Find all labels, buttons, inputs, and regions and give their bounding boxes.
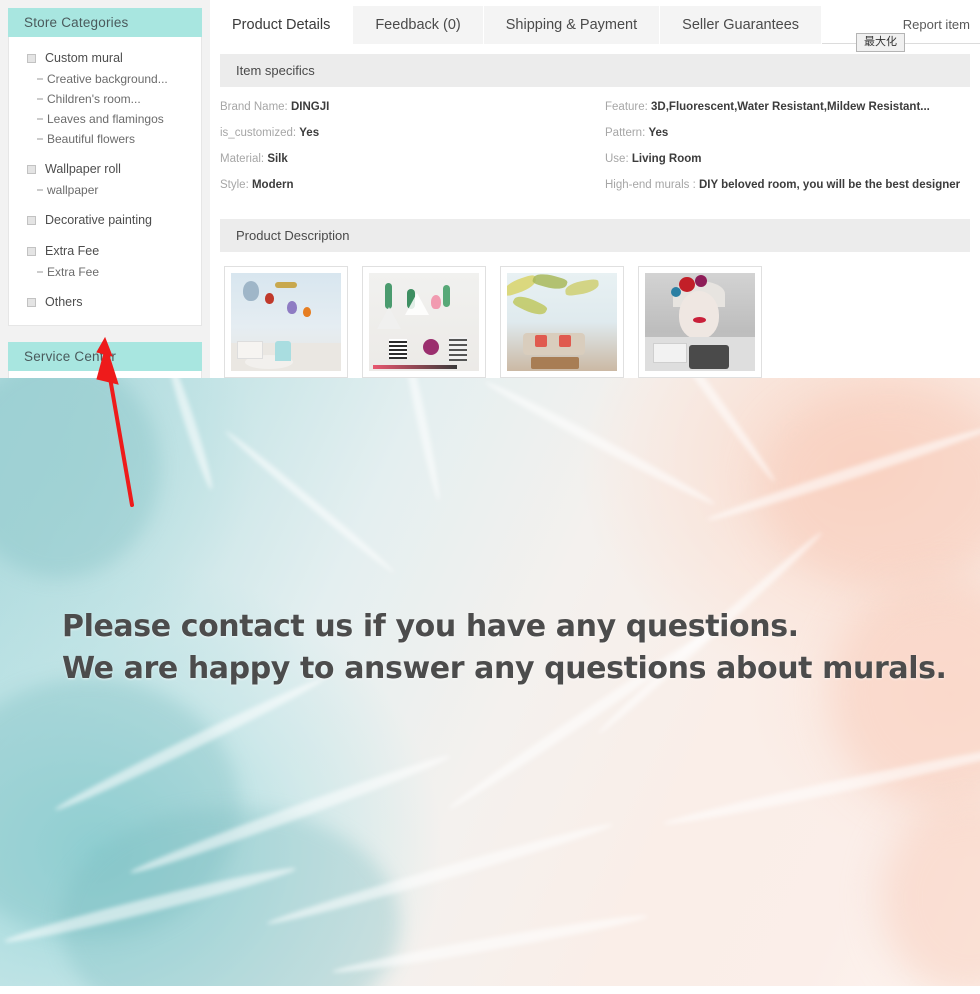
sidebar-item-custom-mural[interactable]: Custom mural [9, 47, 201, 69]
tab-product-details[interactable]: Product Details [210, 6, 354, 44]
storefront-product-page: Store Categories Custom mural Creative b… [0, 0, 980, 994]
sidebar-item-wallpaper-roll[interactable]: Wallpaper roll [9, 158, 201, 180]
expand-box-icon [27, 246, 36, 256]
spec-value: Yes [648, 127, 669, 139]
nordic-cactus-flamingo-mural-image [369, 273, 479, 371]
sidebar-item-decorative-painting[interactable]: Decorative painting [9, 209, 201, 231]
banner-line-2: We are happy to answer any questions abo… [62, 651, 947, 686]
store-categories-panel: Store Categories Custom mural Creative b… [0, 8, 210, 326]
product-image-gallery [210, 252, 980, 378]
category-label: Others [45, 295, 83, 309]
spec-row-style: Style: Modern [220, 179, 595, 192]
dash-icon [37, 78, 43, 80]
tab-feedback[interactable]: Feedback (0) [353, 6, 484, 44]
item-specifics-table: Brand Name: DINGJI is_customized: Yes Ma… [210, 87, 980, 209]
tab-seller-guarantees[interactable]: Seller Guarantees [660, 6, 823, 44]
report-item-link[interactable]: Report item [903, 6, 970, 44]
spec-row-is-customized: is_customized: Yes [220, 127, 595, 140]
sidebar-subitem-wallpaper[interactable]: wallpaper [9, 180, 201, 200]
category-group: Others [9, 291, 201, 313]
spec-key: Feature: [605, 101, 648, 113]
sidebar: Store Categories Custom mural Creative b… [0, 0, 210, 403]
category-group: Extra Fee Extra Fee [9, 240, 201, 282]
product-thumbnail-4[interactable] [638, 266, 762, 378]
sidebar-item-others[interactable]: Others [9, 291, 201, 313]
sidebar-subitem-extra-fee[interactable]: Extra Fee [9, 262, 201, 282]
spec-value: DIY beloved room, you will be the best d… [698, 179, 961, 191]
kids-room-hot-air-balloons-mural-image [231, 273, 341, 371]
dash-icon [37, 271, 43, 273]
store-categories-title: Store Categories [8, 8, 202, 37]
spec-value: Silk [267, 153, 288, 165]
spec-value: Modern [251, 179, 294, 191]
dash-icon [37, 118, 43, 120]
sidebar-subitem-creative-background[interactable]: Creative background... [9, 69, 201, 89]
spec-key: Use: [605, 153, 629, 165]
contact-banner: Please contact us if you have any questi… [0, 378, 980, 986]
spec-key: Brand Name: [220, 101, 288, 113]
subcategory-label: Creative background... [47, 72, 168, 86]
sidebar-subitem-leaves-and-flamingos[interactable]: Leaves and flamingos [9, 109, 201, 129]
spec-row-feature: Feature: 3D,Fluorescent,Water Resistant,… [605, 101, 970, 114]
spec-key: Style: [220, 179, 249, 191]
expand-box-icon [27, 53, 36, 63]
subcategory-label: Extra Fee [47, 265, 100, 279]
sidebar-item-extra-fee[interactable]: Extra Fee [9, 240, 201, 262]
category-label: Wallpaper roll [45, 162, 121, 176]
main-content: Product Details Feedback (0) Shipping & … [210, 0, 980, 380]
tab-bar: Product Details Feedback (0) Shipping & … [210, 0, 980, 52]
product-thumbnail-3[interactable] [500, 266, 624, 378]
spec-key: Pattern: [605, 127, 646, 139]
product-description-header: Product Description [220, 219, 970, 252]
item-specifics-left-column: Brand Name: DINGJI is_customized: Yes Ma… [220, 101, 595, 205]
spec-key: is_customized: [220, 127, 297, 139]
product-thumbnail-2[interactable] [362, 266, 486, 378]
category-label: Decorative painting [45, 213, 153, 227]
spec-row-use: Use: Living Room [605, 153, 970, 166]
dash-icon [37, 98, 43, 100]
spec-key: Material: [220, 153, 265, 165]
marilyn-monroe-pop-art-mural-image [645, 273, 755, 371]
banner-line-1: Please contact us if you have any questi… [62, 609, 799, 644]
product-thumbnail-1[interactable] [224, 266, 348, 378]
spec-key: High-end murals : [605, 179, 696, 191]
category-label: Extra Fee [45, 244, 100, 258]
spec-value: Yes [299, 127, 320, 139]
expand-box-icon [27, 164, 36, 174]
sidebar-subitem-childrens-room[interactable]: Children's room... [9, 89, 201, 109]
subcategory-label: Beautiful flowers [47, 132, 136, 146]
tab-shipping-payment[interactable]: Shipping & Payment [483, 6, 661, 44]
category-group: Wallpaper roll wallpaper [9, 158, 201, 200]
tab-strip: Product Details Feedback (0) Shipping & … [210, 6, 823, 44]
spec-row-pattern: Pattern: Yes [605, 127, 970, 140]
spec-value: 3D,Fluorescent,Water Resistant,Mildew Re… [651, 101, 930, 113]
item-specifics-header: Item specifics [220, 54, 970, 87]
category-group: Custom mural Creative background... Chil… [9, 47, 201, 149]
banner-message: Please contact us if you have any questi… [62, 606, 947, 690]
dash-icon [37, 138, 43, 140]
store-categories-list: Custom mural Creative background... Chil… [8, 37, 202, 326]
service-center-title: Service Center [8, 342, 202, 371]
spec-row-high-end-murals: High-end murals : DIY beloved room, you … [605, 179, 970, 192]
item-specifics-right-column: Feature: 3D,Fluorescent,Water Resistant,… [595, 101, 970, 205]
spec-value: DINGJI [290, 101, 330, 113]
sidebar-subitem-beautiful-flowers[interactable]: Beautiful flowers [9, 129, 201, 149]
maximize-tooltip[interactable]: 最大化 [856, 33, 905, 52]
spec-row-brand-name: Brand Name: DINGJI [220, 101, 595, 114]
category-label: Custom mural [45, 51, 123, 65]
category-group: Decorative painting [9, 209, 201, 231]
dash-icon [37, 189, 43, 191]
spec-value: Living Room [631, 153, 702, 165]
expand-box-icon [27, 215, 36, 225]
tropical-leaves-living-room-mural-image [507, 273, 617, 371]
spec-row-material: Material: Silk [220, 153, 595, 166]
subcategory-label: Leaves and flamingos [47, 112, 164, 126]
expand-box-icon [27, 297, 36, 307]
subcategory-label: Children's room... [47, 92, 141, 106]
subcategory-label: wallpaper [47, 183, 99, 197]
